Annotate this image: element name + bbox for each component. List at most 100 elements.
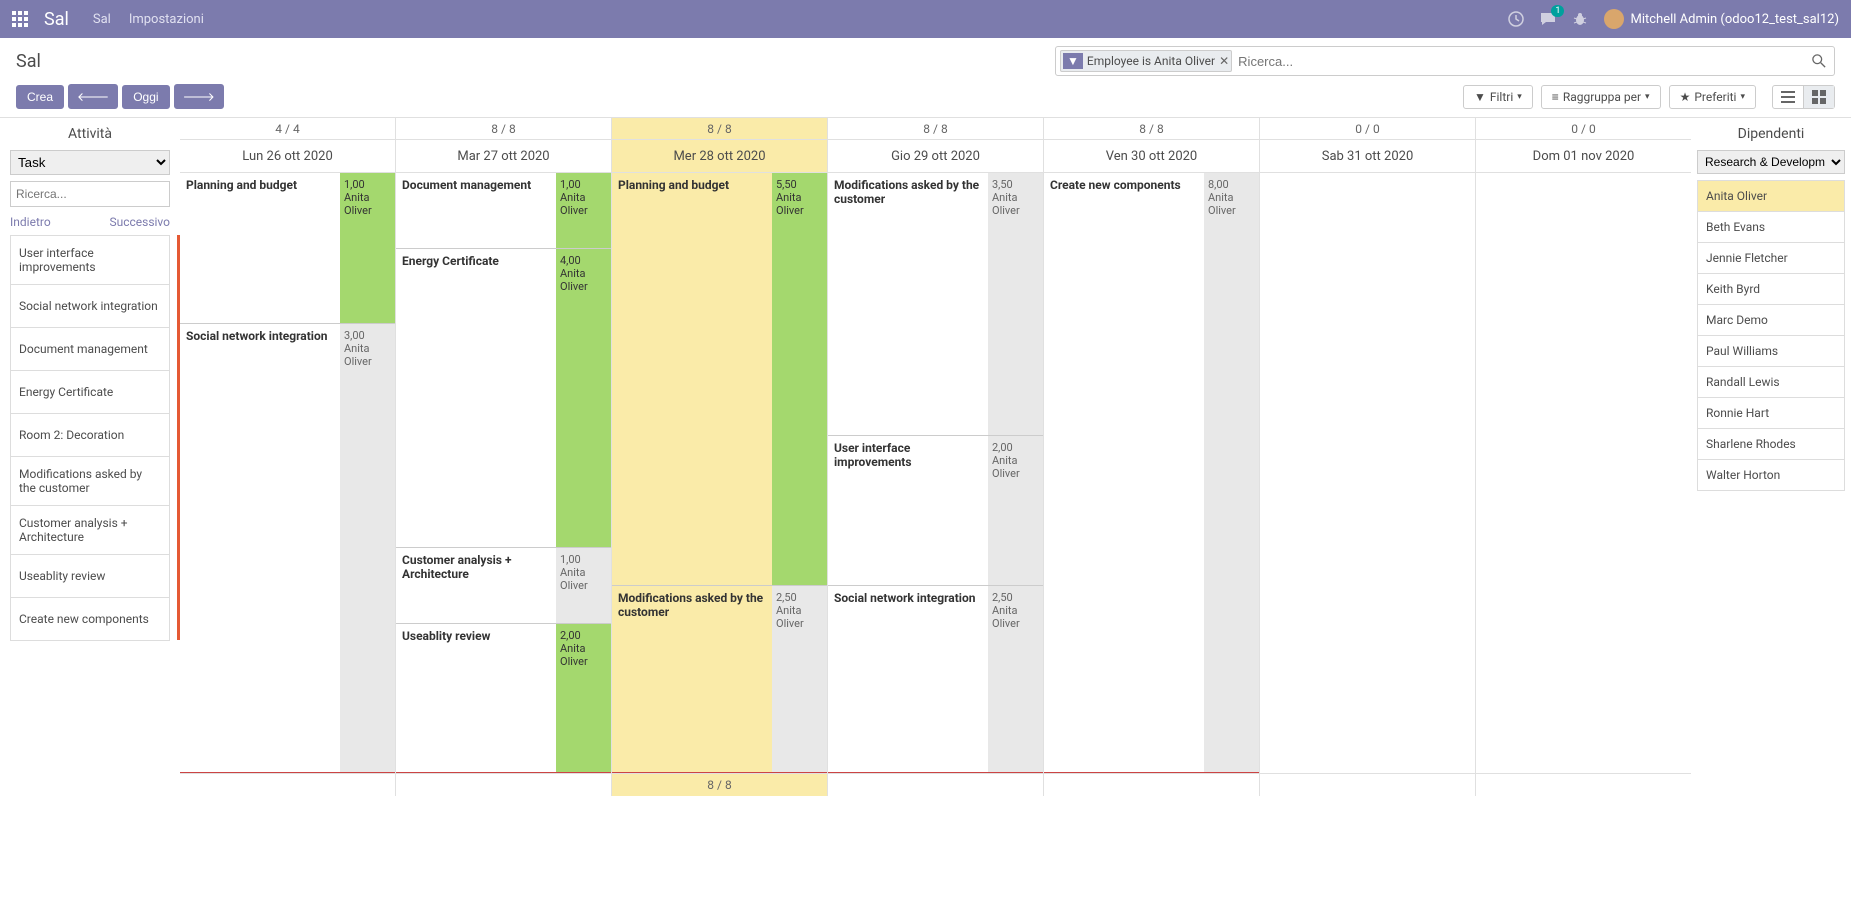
calendar-event[interactable]: Modifications asked by the customer3,50A…	[828, 173, 1043, 435]
activity-title: Attività	[10, 126, 170, 142]
event-label: Customer analysis + Architecture	[396, 548, 556, 623]
next-button[interactable]: 🡒	[174, 84, 224, 109]
day-column[interactable]: Document management1,00Anita OliverEnerg…	[395, 173, 611, 773]
day-header: 8 / 8Ven 30 ott 2020	[1043, 118, 1259, 172]
prev-link[interactable]: Indietro	[10, 215, 51, 229]
calendar-event[interactable]: Social network integration2,50Anita Oliv…	[828, 585, 1043, 773]
list-icon: ≡	[1552, 90, 1559, 104]
task-item[interactable]: Social network integration	[10, 284, 170, 328]
event-hours: 2,00	[560, 629, 607, 642]
event-meta: 2,50Anita Oliver	[988, 586, 1043, 773]
event-meta: 1,00Anita Oliver	[556, 548, 611, 623]
event-employee: Anita Oliver	[560, 191, 607, 217]
calendar-event[interactable]: Customer analysis + Architecture1,00Anit…	[396, 547, 611, 623]
day-date: Mer 28 ott 2020	[612, 140, 827, 172]
kanban-view-button[interactable]	[1804, 86, 1834, 108]
calendar-event[interactable]: Planning and budget5,50Anita Oliver	[612, 173, 827, 585]
calendar-event[interactable]: Energy Certificate4,00Anita Oliver	[396, 248, 611, 548]
employee-item[interactable]: Walter Horton	[1697, 459, 1845, 491]
event-hours: 2,00	[992, 441, 1039, 454]
event-meta: 2,50Anita Oliver	[772, 586, 827, 773]
app-brand[interactable]: Sal	[44, 9, 69, 30]
groupby-dropdown[interactable]: ≡Raggruppa per▾	[1541, 85, 1661, 109]
menu-settings[interactable]: Impostazioni	[129, 12, 204, 27]
today-button[interactable]: Oggi	[122, 85, 169, 109]
calendar-event[interactable]: Planning and budget1,00Anita Oliver	[180, 173, 395, 323]
day-header: 8 / 8Mar 27 ott 2020	[395, 118, 611, 172]
event-hours: 5,50	[776, 178, 823, 191]
day-column[interactable]	[1259, 173, 1475, 773]
messages-icon[interactable]: 1	[1540, 11, 1556, 27]
clock-icon[interactable]	[1508, 11, 1524, 27]
task-list: User interface improvementsSocial networ…	[10, 235, 180, 640]
next-link[interactable]: Successivo	[109, 215, 170, 229]
employee-sidebar: Dipendenti Research & Development Anita …	[1691, 118, 1851, 914]
day-date: Gio 29 ott 2020	[828, 140, 1043, 172]
day-column[interactable]: Modifications asked by the customer3,50A…	[827, 173, 1043, 773]
day-hours: 8 / 8	[1044, 118, 1259, 140]
employee-item[interactable]: Anita Oliver	[1697, 180, 1845, 212]
task-item[interactable]: Modifications asked by the customer	[10, 456, 170, 506]
task-item[interactable]: Customer analysis + Architecture	[10, 505, 170, 555]
avatar	[1604, 9, 1624, 29]
day-date: Ven 30 ott 2020	[1044, 140, 1259, 172]
task-item[interactable]: Create new components	[10, 597, 170, 641]
day-column[interactable]: Create new components8,00Anita Oliver	[1043, 173, 1259, 773]
user-menu[interactable]: Mitchell Admin (odoo12_test_sal12)	[1604, 9, 1839, 29]
day-footer	[827, 774, 1043, 796]
apps-icon[interactable]	[12, 11, 28, 27]
activity-search-input[interactable]	[10, 181, 170, 207]
day-column[interactable]: Planning and budget5,50Anita OliverModif…	[611, 173, 827, 773]
menu-sal[interactable]: Sal	[93, 12, 111, 27]
department-select[interactable]: Research & Development	[1697, 150, 1845, 174]
calendar-event[interactable]: Document management1,00Anita Oliver	[396, 173, 611, 248]
calendar-event[interactable]: Social network integration3,00Anita Oliv…	[180, 323, 395, 773]
filters-dropdown[interactable]: ▼Filtri▾	[1463, 85, 1533, 109]
employee-item[interactable]: Marc Demo	[1697, 304, 1845, 336]
view-switcher	[1772, 85, 1835, 109]
employee-item[interactable]: Jennie Fletcher	[1697, 242, 1845, 274]
search-icon[interactable]	[1808, 54, 1830, 68]
caret-icon: ▾	[1517, 92, 1522, 102]
calendar-event[interactable]: User interface improvements2,00Anita Oli…	[828, 435, 1043, 586]
employee-item[interactable]: Paul Williams	[1697, 335, 1845, 367]
task-item[interactable]: Energy Certificate	[10, 370, 170, 414]
event-employee: Anita Oliver	[776, 604, 823, 630]
day-column[interactable]: Planning and budget1,00Anita OliverSocia…	[180, 173, 395, 773]
employee-item[interactable]: Beth Evans	[1697, 211, 1845, 243]
task-item[interactable]: Room 2: Decoration	[10, 413, 170, 457]
employee-item[interactable]: Sharlene Rhodes	[1697, 428, 1845, 460]
task-item[interactable]: Document management	[10, 327, 170, 371]
search-box[interactable]: ▼ Employee is Anita Oliver ✕	[1055, 46, 1835, 76]
day-column[interactable]	[1475, 173, 1691, 773]
prev-button[interactable]: 🡐	[68, 84, 118, 109]
employee-item[interactable]: Keith Byrd	[1697, 273, 1845, 305]
event-employee: Anita Oliver	[992, 604, 1039, 630]
employee-item[interactable]: Randall Lewis	[1697, 366, 1845, 398]
event-employee: Anita Oliver	[344, 342, 391, 368]
day-date: Dom 01 nov 2020	[1476, 140, 1691, 172]
calendar-event[interactable]: Create new components8,00Anita Oliver	[1044, 173, 1259, 773]
task-item[interactable]: Useablity review	[10, 554, 170, 598]
employee-title: Dipendenti	[1697, 126, 1845, 142]
task-item[interactable]: User interface improvements	[10, 235, 170, 285]
event-employee: Anita Oliver	[992, 191, 1039, 217]
search-input[interactable]	[1236, 52, 1808, 71]
day-header: 4 / 4Lun 26 ott 2020	[180, 118, 395, 172]
event-label: Create new components	[1044, 173, 1204, 773]
event-hours: 1,00	[344, 178, 391, 191]
employee-item[interactable]: Ronnie Hart	[1697, 397, 1845, 429]
remove-filter-icon[interactable]: ✕	[1219, 54, 1229, 68]
event-label: Energy Certificate	[396, 249, 556, 548]
activity-type-select[interactable]: Task	[10, 150, 170, 175]
calendar-event[interactable]: Useablity review2,00Anita Oliver	[396, 623, 611, 773]
calendar-event[interactable]: Modifications asked by the customer2,50A…	[612, 585, 827, 773]
create-button[interactable]: Crea	[16, 85, 64, 109]
bug-icon[interactable]	[1572, 11, 1588, 27]
list-view-button[interactable]	[1773, 86, 1804, 108]
employee-list: Anita OliverBeth EvansJennie FletcherKei…	[1697, 180, 1845, 491]
favorites-dropdown[interactable]: ★Preferiti▾	[1669, 85, 1756, 109]
star-icon: ★	[1680, 90, 1691, 104]
caret-icon: ▾	[1740, 92, 1745, 102]
day-footer	[1043, 774, 1259, 796]
